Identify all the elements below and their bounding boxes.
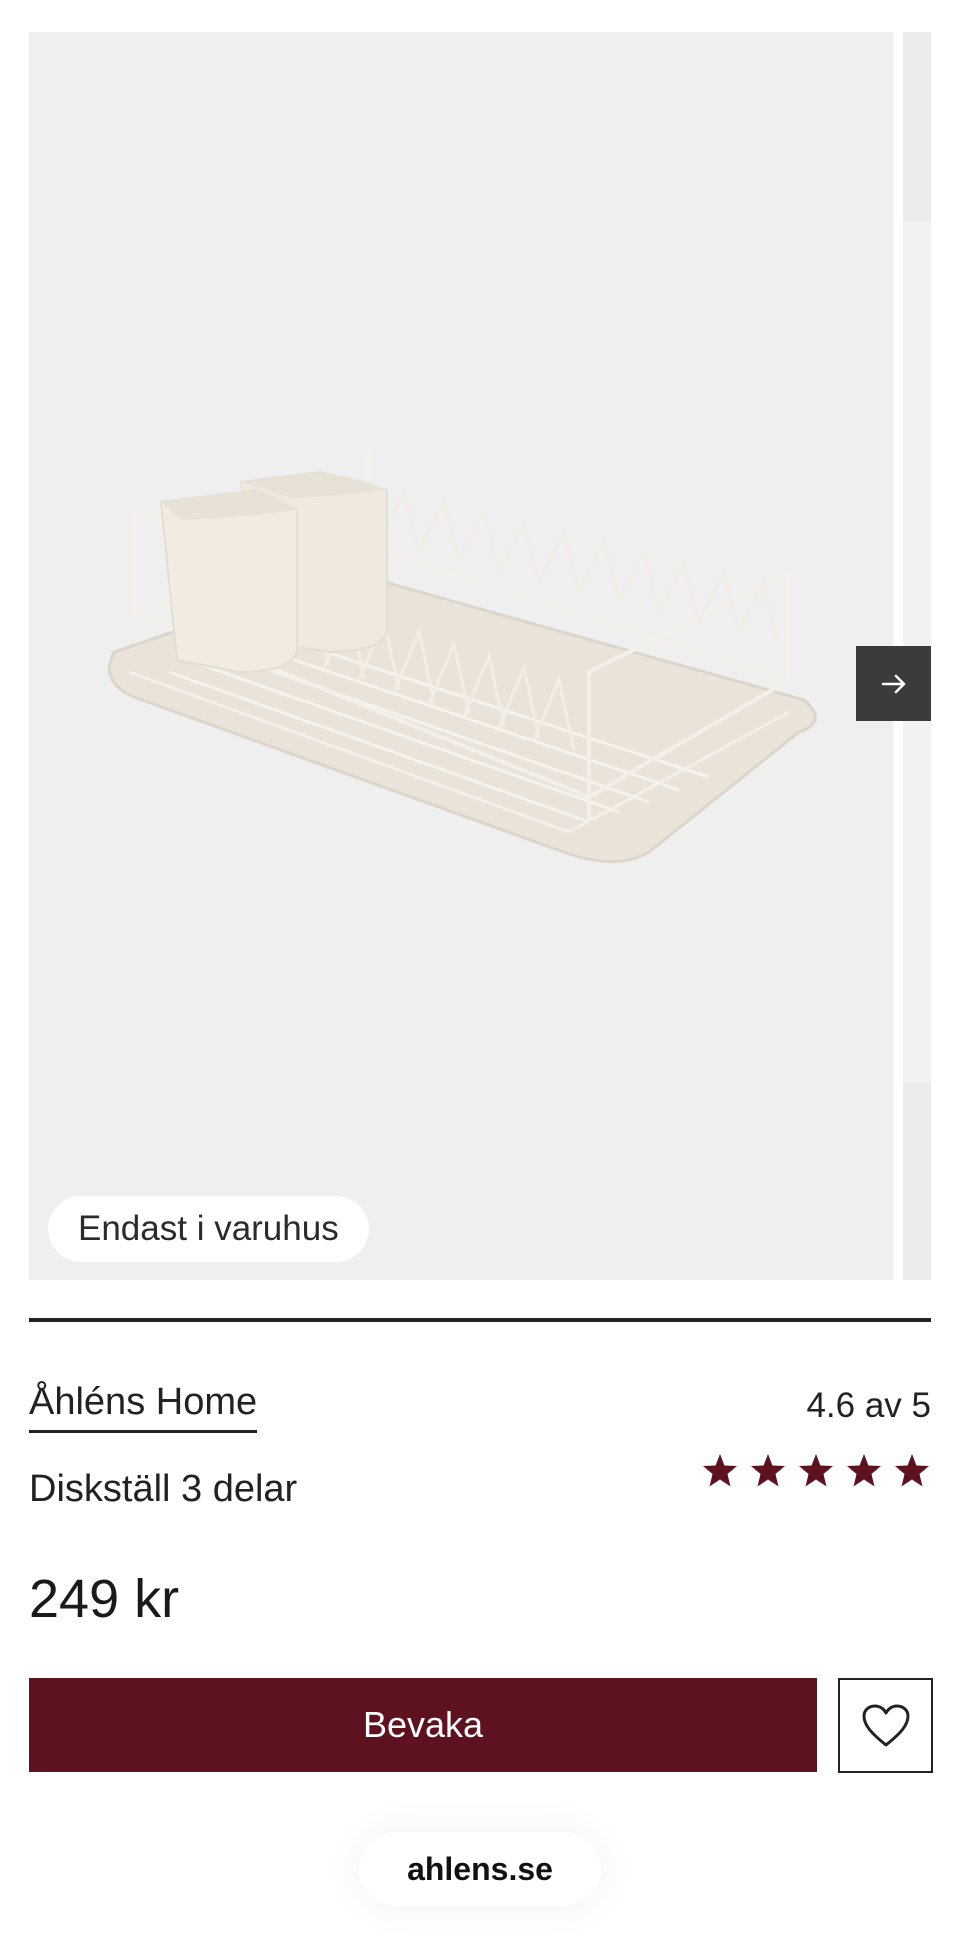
star-icon	[847, 1454, 881, 1487]
rating-text: 4.6 av 5	[806, 1386, 931, 1425]
browser-url-pill[interactable]: ahlens.se	[359, 1832, 601, 1906]
heart-icon	[862, 1704, 909, 1746]
arrow-right-icon	[881, 674, 905, 693]
star-icon	[751, 1454, 785, 1487]
image-strip	[903, 32, 931, 222]
section-divider	[29, 1318, 931, 1322]
rating-stars[interactable]	[701, 1452, 931, 1490]
availability-badge: Endast i varuhus	[48, 1196, 369, 1262]
star-icon	[799, 1454, 833, 1487]
dish-rack-image	[108, 452, 817, 863]
product-price: 249 kr	[29, 1569, 180, 1629]
product-image-gallery[interactable]: Endast i varuhus	[0, 0, 960, 1290]
image-strip	[903, 1082, 931, 1280]
favorite-button[interactable]	[838, 1678, 933, 1773]
brand-link[interactable]: Åhléns Home	[29, 1381, 258, 1433]
star-icon	[895, 1454, 929, 1487]
next-image-button[interactable]	[856, 646, 931, 721]
star-icon	[703, 1454, 737, 1487]
product-title: Diskställ 3 delar	[29, 1468, 298, 1510]
watch-button[interactable]: Bevaka	[29, 1678, 817, 1772]
product-image[interactable]	[29, 32, 893, 1280]
